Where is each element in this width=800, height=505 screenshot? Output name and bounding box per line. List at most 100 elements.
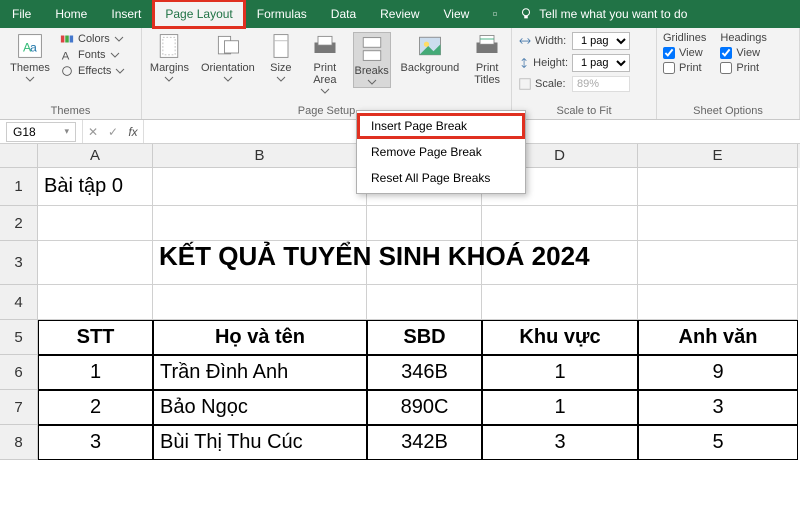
col-header-b[interactable]: B — [153, 144, 367, 168]
menu-reset-page-breaks[interactable]: Reset All Page Breaks — [357, 165, 525, 191]
headings-view-check[interactable]: View — [720, 47, 766, 59]
scale-label: Scale: — [535, 78, 566, 90]
breaks-button[interactable]: Breaks — [353, 32, 391, 88]
colors-label: Colors — [78, 33, 110, 45]
chevron-down-icon — [320, 88, 330, 94]
cell-a1[interactable]: Bài tập 0 — [38, 168, 153, 206]
cell-b7[interactable]: Bảo Ngọc — [153, 390, 367, 425]
cell-e2[interactable] — [638, 206, 798, 241]
print-label: Print — [679, 62, 702, 74]
gridlines-view-check[interactable]: View — [663, 47, 706, 59]
enter-formula-button[interactable]: ✓ — [103, 125, 123, 139]
effects-icon — [60, 64, 74, 78]
select-all-corner[interactable] — [0, 144, 38, 168]
scale-value: 89% — [572, 76, 630, 92]
effects-button[interactable]: Effects — [60, 64, 125, 78]
cell-b5[interactable]: Họ và tên — [153, 320, 367, 355]
print-area-button[interactable]: Print Area — [307, 32, 343, 94]
tab-insert[interactable]: Insert — [99, 0, 153, 28]
cell-a4[interactable] — [38, 285, 153, 320]
cell-b8[interactable]: Bùi Thị Thu Cúc — [153, 425, 367, 460]
tab-file[interactable]: File — [0, 0, 43, 28]
cell-e7[interactable]: 3 — [638, 390, 798, 425]
cell-c6[interactable]: 346B — [367, 355, 482, 390]
menu-remove-page-break[interactable]: Remove Page Break — [357, 139, 525, 165]
background-button[interactable]: Background — [401, 32, 460, 74]
cell-c2[interactable] — [367, 206, 482, 241]
cell-e4[interactable] — [638, 285, 798, 320]
cell-a3[interactable] — [38, 241, 153, 285]
cell-b4[interactable] — [153, 285, 367, 320]
cell-e8[interactable]: 5 — [638, 425, 798, 460]
cell-a7[interactable]: 2 — [38, 390, 153, 425]
tab-data[interactable]: Data — [319, 0, 368, 28]
cell-d8[interactable]: 3 — [482, 425, 638, 460]
scale-selector: Scale: 89% — [518, 76, 630, 92]
margins-label: Margins — [150, 62, 189, 74]
cell-b2[interactable] — [153, 206, 367, 241]
cell-c7[interactable]: 890C — [367, 390, 482, 425]
size-button[interactable]: Size — [265, 32, 297, 82]
margins-button[interactable]: Margins — [148, 32, 191, 82]
print-titles-button[interactable]: Print Titles — [469, 32, 505, 86]
row-header-8[interactable]: 8 — [0, 425, 38, 460]
cell-e1[interactable] — [638, 168, 798, 206]
margins-icon — [155, 32, 183, 60]
tab-addin[interactable] — [481, 0, 509, 28]
cell-a5[interactable]: STT — [38, 320, 153, 355]
orientation-icon — [214, 32, 242, 60]
print-area-label: Print Area — [313, 62, 336, 86]
tab-page-layout[interactable]: Page Layout — [153, 0, 244, 28]
height-select[interactable]: 1 page — [572, 54, 630, 72]
row-header-1[interactable]: 1 — [0, 168, 38, 206]
themes-button[interactable]: Aa Themes — [6, 32, 54, 82]
chevron-down-icon — [115, 68, 125, 74]
themes-label: Themes — [10, 62, 50, 74]
fonts-button[interactable]: A Fonts — [60, 48, 125, 62]
cell-d4[interactable] — [482, 285, 638, 320]
col-header-a[interactable]: A — [38, 144, 153, 168]
gridlines-print-check[interactable]: Print — [663, 62, 706, 74]
cell-e5[interactable]: Anh văn — [638, 320, 798, 355]
cell-a8[interactable]: 3 — [38, 425, 153, 460]
tell-me-label: Tell me what you want to do — [539, 7, 687, 21]
row-header-6[interactable]: 6 — [0, 355, 38, 390]
col-header-e[interactable]: E — [638, 144, 798, 168]
cell-a6[interactable]: 1 — [38, 355, 153, 390]
colors-button[interactable]: Colors — [60, 32, 125, 46]
row-header-2[interactable]: 2 — [0, 206, 38, 241]
headings-print-check[interactable]: Print — [720, 62, 766, 74]
cell-b3-merged[interactable]: KẾT QUẢ TUYỂN SINH KHOÁ 2024 — [153, 241, 798, 272]
cell-d7[interactable]: 1 — [482, 390, 638, 425]
orientation-button[interactable]: Orientation — [201, 32, 255, 82]
cell-b1[interactable] — [153, 168, 367, 206]
cell-c5[interactable]: SBD — [367, 320, 482, 355]
width-selector[interactable]: Width: 1 page — [518, 32, 630, 50]
cell-d2[interactable] — [482, 206, 638, 241]
tab-home[interactable]: Home — [43, 0, 99, 28]
cell-c4[interactable] — [367, 285, 482, 320]
tab-formulas[interactable]: Formulas — [245, 0, 319, 28]
cell-d5[interactable]: Khu vực — [482, 320, 638, 355]
row-header-4[interactable]: 4 — [0, 285, 38, 320]
cell-e6[interactable]: 9 — [638, 355, 798, 390]
height-selector[interactable]: Height: 1 page — [518, 54, 630, 72]
tab-view[interactable]: View — [432, 0, 482, 28]
width-select[interactable]: 1 page — [572, 32, 630, 50]
tab-review[interactable]: Review — [368, 0, 431, 28]
cancel-formula-button[interactable]: ✕ — [83, 125, 103, 139]
tell-me-search[interactable]: Tell me what you want to do — [509, 0, 697, 28]
cell-d6[interactable]: 1 — [482, 355, 638, 390]
row-header-3[interactable]: 3 — [0, 241, 38, 285]
row-header-7[interactable]: 7 — [0, 390, 38, 425]
cell-b6[interactable]: Trần Đình Anh — [153, 355, 367, 390]
fx-button[interactable]: fx — [123, 125, 143, 139]
chevron-down-icon — [223, 76, 233, 82]
row-header-5[interactable]: 5 — [0, 320, 38, 355]
cell-a2[interactable] — [38, 206, 153, 241]
chevron-down-icon[interactable]: ▾ — [64, 126, 69, 137]
menu-insert-page-break[interactable]: Insert Page Break — [357, 113, 525, 139]
cell-c8[interactable]: 342B — [367, 425, 482, 460]
name-box[interactable]: G18 ▾ — [6, 122, 76, 142]
size-label: Size — [270, 62, 291, 74]
